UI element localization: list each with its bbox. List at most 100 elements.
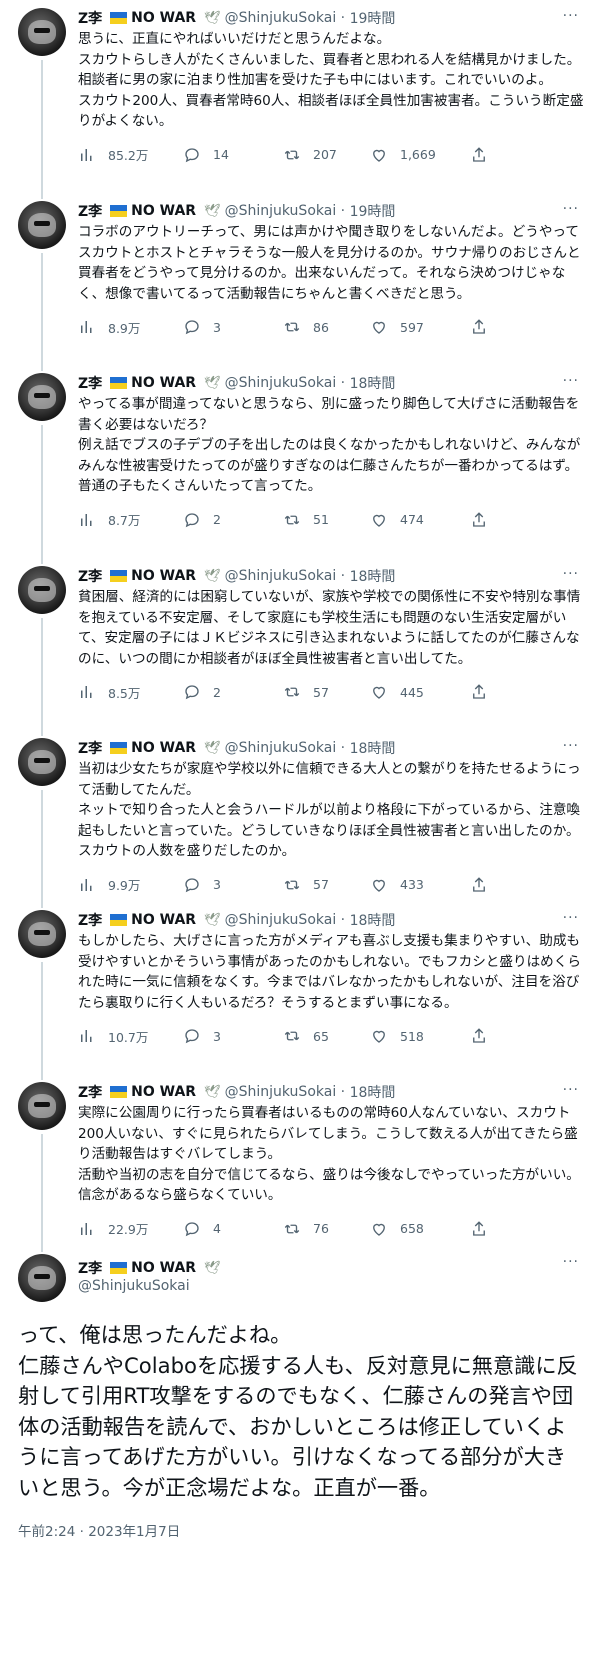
- reply-button[interactable]: 2: [183, 683, 283, 701]
- thread-connector: [41, 365, 43, 371]
- like-button[interactable]: 597: [370, 318, 470, 336]
- author-handle[interactable]: @ShinjukuSokai: [225, 568, 337, 584]
- author-name[interactable]: Z李: [78, 373, 102, 393]
- ukraine-flag-icon: [110, 1086, 128, 1098]
- separator: ·: [336, 10, 350, 26]
- retweet-button[interactable]: 207: [283, 146, 370, 164]
- avatar[interactable]: [18, 738, 66, 786]
- reply-button[interactable]: 14: [183, 146, 283, 164]
- share-button[interactable]: [470, 876, 500, 894]
- tweet-time[interactable]: 18時間: [350, 910, 396, 930]
- reply-button[interactable]: 3: [183, 876, 283, 894]
- views-button[interactable]: 8.5万: [78, 683, 183, 702]
- separator: ·: [336, 1084, 350, 1100]
- author-name-suffix[interactable]: NO WAR: [131, 10, 196, 26]
- retweet-button[interactable]: 51: [283, 511, 370, 529]
- avatar[interactable]: [18, 1082, 66, 1130]
- more-options-icon[interactable]: ···: [563, 738, 579, 754]
- author-name[interactable]: Z李: [78, 1258, 102, 1278]
- reply-button[interactable]: 4: [183, 1220, 283, 1238]
- share-button[interactable]: [470, 318, 500, 336]
- author-handle[interactable]: @ShinjukuSokai: [225, 740, 337, 756]
- author-handle[interactable]: @ShinjukuSokai: [225, 1084, 337, 1100]
- reply-count: 3: [213, 1028, 221, 1044]
- heart-icon: [373, 1030, 385, 1043]
- tweet-text: やってる事が間違ってないと思うなら、別に盛ったり脚色して大げさに活動報告を書く必…: [78, 396, 581, 494]
- author-name-suffix[interactable]: NO WAR: [131, 375, 196, 391]
- more-options-icon[interactable]: ···: [563, 1082, 579, 1098]
- more-options-icon[interactable]: ···: [563, 566, 579, 582]
- tweet[interactable]: ··· Z李 NO WAR 🕊 @ShinjukuSokai · 18時間 貧困…: [0, 558, 605, 730]
- like-button[interactable]: 518: [370, 1027, 470, 1045]
- author-name[interactable]: Z李: [78, 8, 102, 28]
- author-name[interactable]: Z李: [78, 566, 102, 586]
- more-options-icon[interactable]: ···: [563, 373, 579, 389]
- views-button[interactable]: 8.9万: [78, 318, 183, 337]
- retweet-icon: [284, 687, 300, 697]
- tweet[interactable]: ··· Z李 NO WAR 🕊 @ShinjukuSokai · 18時間 やっ…: [0, 365, 605, 558]
- tweet-time[interactable]: 19時間: [350, 201, 396, 221]
- tweet-time[interactable]: 18時間: [350, 373, 396, 393]
- author-handle[interactable]: @ShinjukuSokai: [225, 10, 337, 26]
- retweet-button[interactable]: 86: [283, 318, 370, 336]
- like-button[interactable]: 1,669: [370, 146, 470, 164]
- author-handle[interactable]: @ShinjukuSokai: [78, 1278, 225, 1298]
- tweet-time[interactable]: 18時間: [350, 566, 396, 586]
- share-button[interactable]: [470, 1220, 500, 1238]
- avatar[interactable]: [18, 910, 66, 958]
- tweet-time[interactable]: 19時間: [350, 8, 396, 28]
- retweet-icon: [284, 515, 300, 524]
- tweet-time[interactable]: 18時間: [350, 738, 396, 758]
- views-button[interactable]: 8.7万: [78, 510, 183, 529]
- avatar[interactable]: [18, 373, 66, 421]
- views-button[interactable]: 10.7万: [78, 1027, 183, 1046]
- author-name-suffix[interactable]: NO WAR: [131, 1084, 196, 1100]
- author-name[interactable]: Z李: [78, 201, 102, 221]
- author-handle[interactable]: @ShinjukuSokai: [225, 912, 337, 928]
- share-button[interactable]: [470, 146, 500, 164]
- reply-button[interactable]: 2: [183, 511, 283, 529]
- author-name[interactable]: Z李: [78, 738, 102, 758]
- avatar[interactable]: [18, 201, 66, 249]
- share-button[interactable]: [470, 683, 500, 701]
- views-button[interactable]: 22.9万: [78, 1219, 183, 1238]
- like-button[interactable]: 474: [370, 511, 470, 529]
- reply-button[interactable]: 3: [183, 1027, 283, 1045]
- more-options-icon[interactable]: ···: [563, 201, 579, 217]
- like-button[interactable]: 658: [370, 1220, 470, 1238]
- author-name-suffix[interactable]: NO WAR: [131, 912, 196, 928]
- share-button[interactable]: [470, 511, 500, 529]
- avatar[interactable]: [18, 8, 66, 56]
- tweet-time[interactable]: 18時間: [350, 1082, 396, 1102]
- more-options-icon[interactable]: ···: [563, 1254, 579, 1270]
- share-button[interactable]: [470, 1027, 500, 1045]
- retweet-button[interactable]: 65: [283, 1027, 370, 1045]
- views-button[interactable]: 85.2万: [78, 145, 183, 164]
- author-handle[interactable]: @ShinjukuSokai: [225, 375, 337, 391]
- tweet[interactable]: ··· Z李 NO WAR 🕊 @ShinjukuSokai · 18時間 当初…: [0, 730, 605, 902]
- author-name-suffix[interactable]: NO WAR: [131, 568, 196, 584]
- avatar[interactable]: [18, 1254, 66, 1302]
- tweet[interactable]: ··· Z李 NO WAR 🕊 @ShinjukuSokai · 19時間 思う…: [0, 0, 605, 193]
- retweet-button[interactable]: 57: [283, 683, 370, 701]
- reply-button[interactable]: 3: [183, 318, 283, 336]
- like-button[interactable]: 433: [370, 876, 470, 894]
- author-name-suffix[interactable]: NO WAR: [131, 1260, 196, 1276]
- tweet[interactable]: ··· Z李 NO WAR 🕊 @ShinjukuSokai · 18時間 もし…: [0, 902, 605, 1074]
- author-handle[interactable]: @ShinjukuSokai: [225, 203, 337, 219]
- tweet[interactable]: ··· Z李 NO WAR 🕊 @ShinjukuSokai · 19時間 コラ…: [0, 193, 605, 365]
- author-name-suffix[interactable]: NO WAR: [131, 203, 196, 219]
- author-name[interactable]: Z李: [78, 910, 102, 930]
- heart-icon: [373, 879, 385, 892]
- tweet-timestamp[interactable]: 午前2:24 · 2023年1月7日: [18, 1520, 587, 1540]
- author-name-suffix[interactable]: NO WAR: [131, 740, 196, 756]
- like-button[interactable]: 445: [370, 683, 470, 701]
- more-options-icon[interactable]: ···: [563, 910, 579, 926]
- retweet-button[interactable]: 57: [283, 876, 370, 894]
- author-name[interactable]: Z李: [78, 1082, 102, 1102]
- views-button[interactable]: 9.9万: [78, 875, 183, 894]
- avatar[interactable]: [18, 566, 66, 614]
- tweet[interactable]: ··· Z李 NO WAR 🕊 @ShinjukuSokai · 18時間 実際…: [0, 1074, 605, 1246]
- retweet-button[interactable]: 76: [283, 1220, 370, 1238]
- more-options-icon[interactable]: ···: [563, 8, 579, 24]
